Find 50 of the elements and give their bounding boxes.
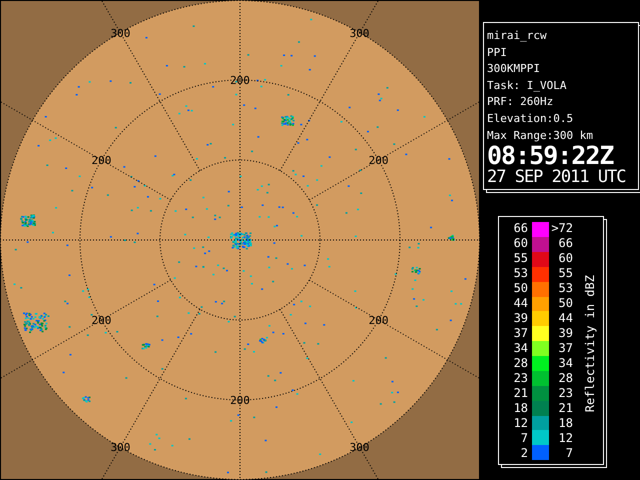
legend-value: 55: [558, 266, 573, 282]
legend-value: 39: [558, 326, 573, 342]
range-label: 200: [368, 154, 388, 167]
info-text: Task: I_VOLA: [487, 78, 568, 94]
legend-value: 34: [558, 356, 573, 372]
legend-value: 23: [558, 386, 573, 402]
legend-value: 60: [558, 251, 573, 266]
legend-value: 7: [566, 446, 573, 462]
legend-value: 21: [558, 401, 573, 416]
legend-value: 39: [514, 311, 528, 326]
legend-value: 55: [514, 251, 528, 266]
info-text: mirai_rcw: [487, 28, 548, 44]
info-text: Max Range:300 km: [487, 128, 594, 144]
range-label: 200: [230, 394, 250, 407]
legend-value: 7: [520, 431, 528, 446]
range-label: 200: [92, 314, 112, 327]
legend-value: 37: [514, 326, 528, 342]
range-label: 200: [230, 74, 250, 87]
info-text: PPI: [487, 44, 508, 61]
range-label: 200: [368, 314, 388, 327]
legend-title: Reflectivity in dBZ: [583, 275, 597, 412]
legend-value: 18: [514, 401, 528, 416]
info-text: PRF: 260Hz: [487, 94, 554, 110]
info-text: Elevation:0.5: [487, 110, 574, 127]
legend-value: 28: [558, 371, 573, 386]
legend-value: >72: [551, 221, 573, 236]
legend-value: 34: [514, 341, 528, 356]
legend-value: 50: [514, 281, 528, 296]
legend-value: 21: [514, 386, 528, 402]
legend-value: 66: [514, 221, 528, 236]
legend-value: 44: [558, 311, 573, 326]
legend-value: 44: [514, 296, 528, 312]
legend-value: 37: [558, 341, 573, 356]
legend-value: 23: [514, 371, 528, 386]
legend-value: 12: [514, 416, 528, 432]
legend-value: 53: [558, 281, 573, 296]
legend-value: 66: [558, 236, 573, 252]
time-text: 08:59:22Z: [487, 144, 614, 168]
legend-value: 28: [514, 356, 528, 372]
legend-value: 2: [520, 446, 528, 462]
info-text: 300KMPPI: [487, 61, 541, 78]
range-label: 300: [110, 440, 130, 454]
legend-value: 12: [558, 431, 573, 446]
range-label: 200: [92, 154, 112, 167]
date-text: 27 SEP 2011 UTC: [487, 168, 627, 186]
legend-value: 50: [558, 296, 573, 312]
legend-value: 53: [514, 266, 528, 282]
legend-value: 18: [558, 416, 573, 432]
legend-value: 60: [514, 236, 528, 252]
range-label: 300: [350, 440, 370, 454]
